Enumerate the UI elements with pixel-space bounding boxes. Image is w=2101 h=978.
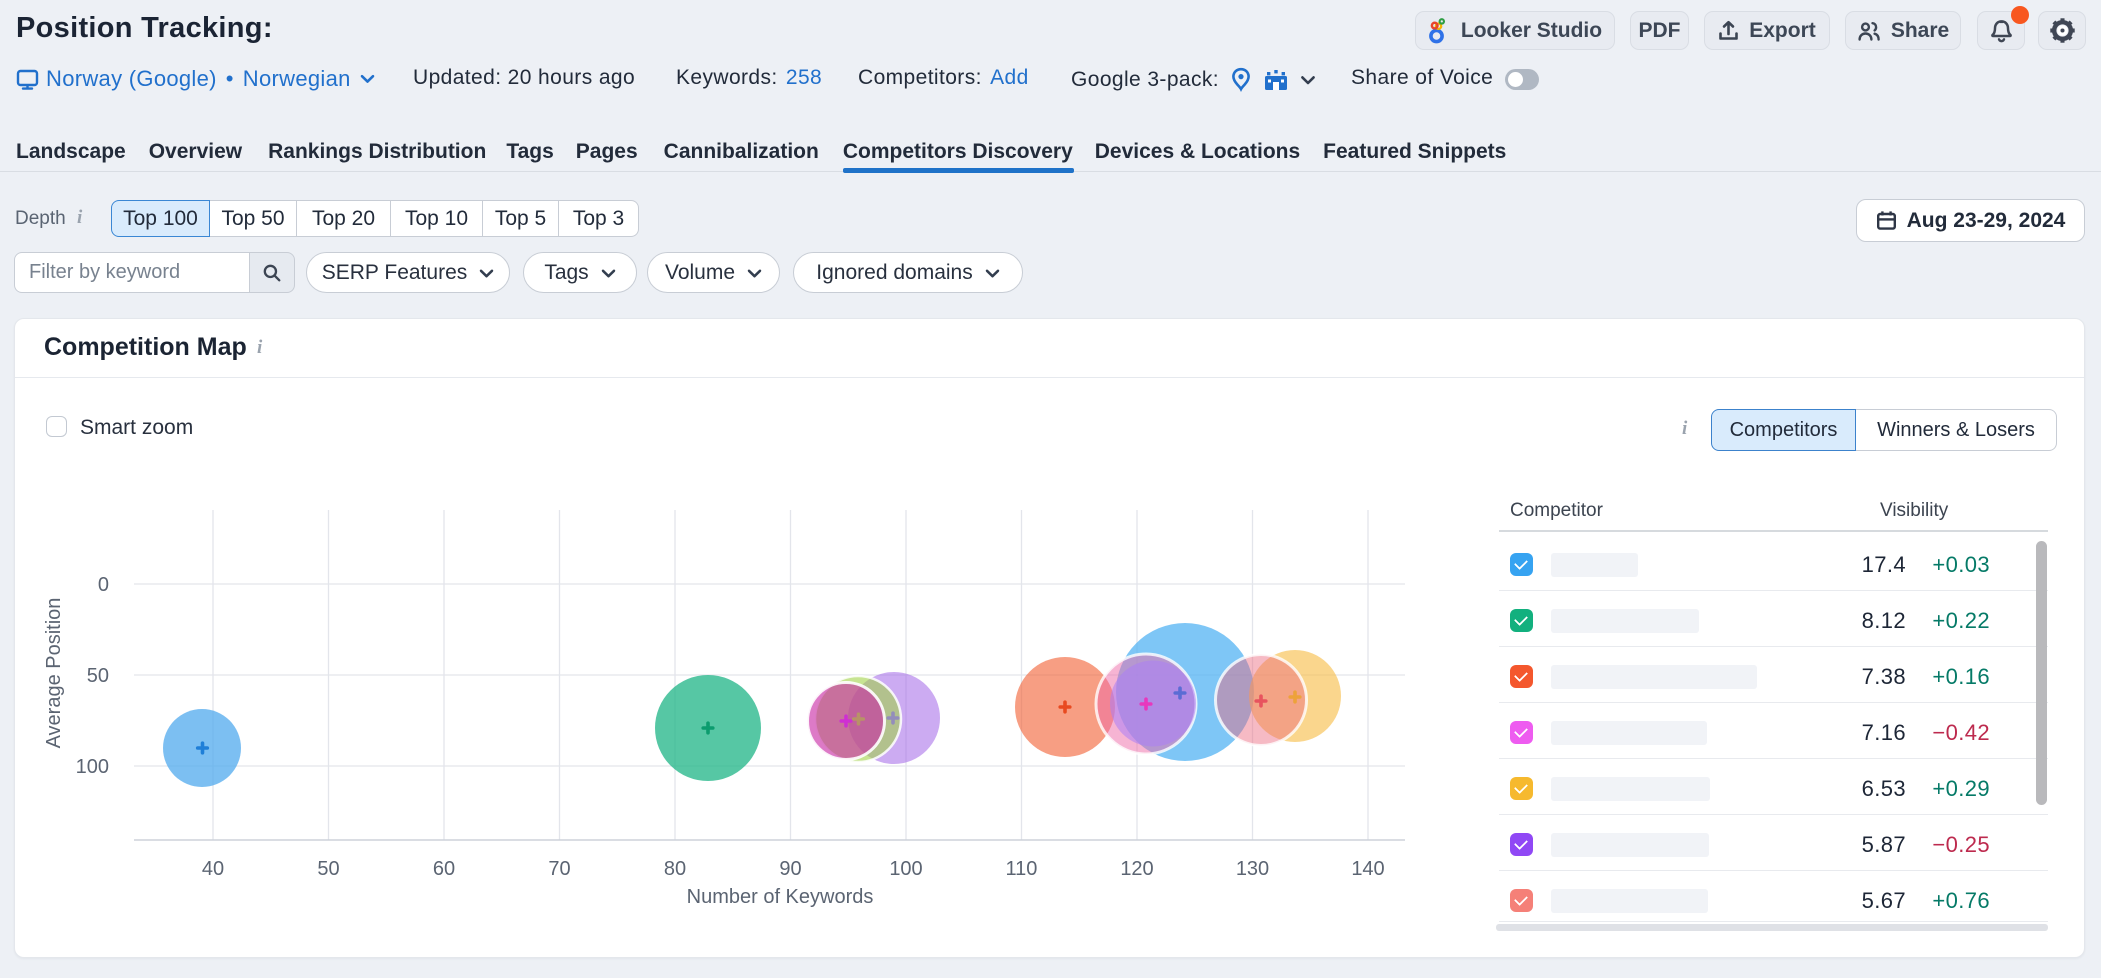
svg-text:Average Position: Average Position [43,598,65,749]
svg-text:Number of Keywords: Number of Keywords [687,886,874,908]
svg-text:70: 70 [548,858,570,880]
svg-text:80: 80 [664,858,686,880]
svg-text:120: 120 [1120,858,1153,880]
svg-text:100: 100 [889,858,922,880]
svg-text:90: 90 [779,858,801,880]
svg-text:140: 140 [1351,858,1384,880]
svg-text:60: 60 [433,858,455,880]
svg-text:100: 100 [76,756,109,778]
svg-text:40: 40 [202,858,224,880]
svg-text:0: 0 [98,574,109,596]
svg-text:110: 110 [1006,858,1038,880]
svg-text:50: 50 [317,858,339,880]
svg-text:50: 50 [87,665,109,687]
svg-text:130: 130 [1236,858,1269,880]
